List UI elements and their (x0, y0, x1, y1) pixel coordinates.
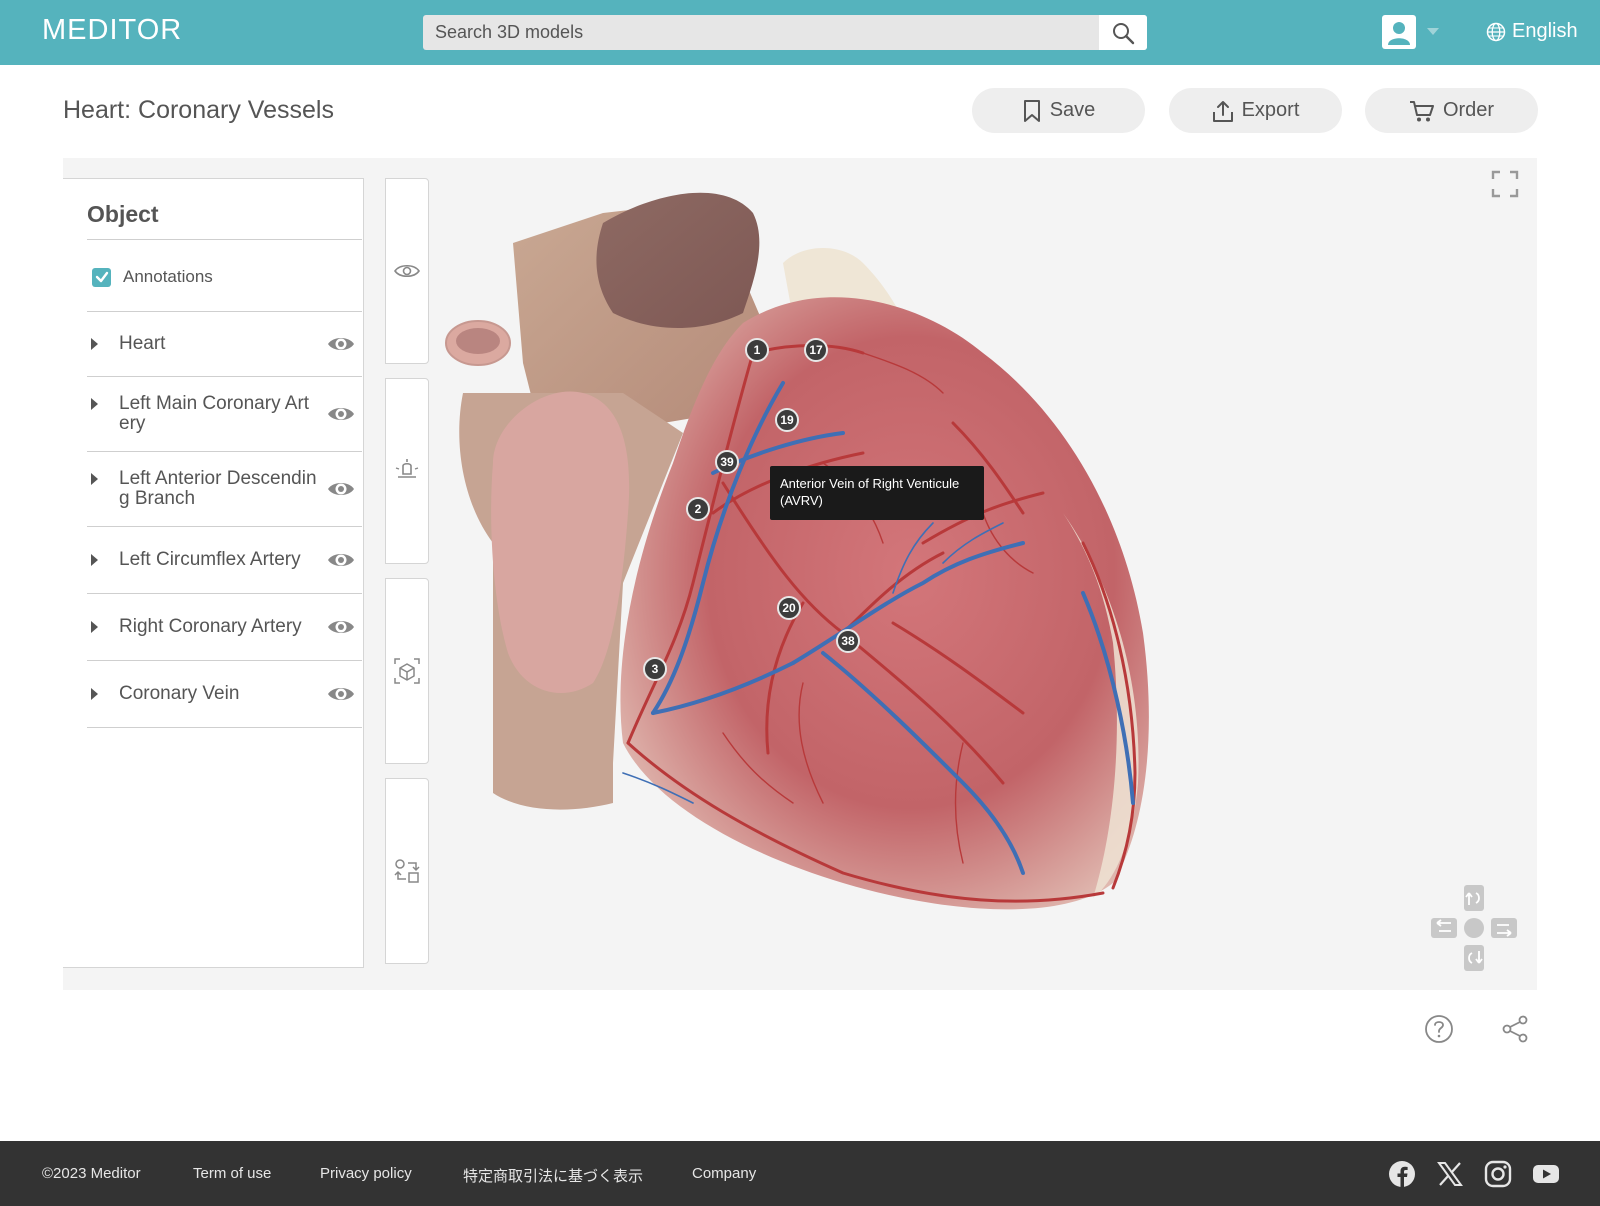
object-label: Left Anterior Descending Branch (119, 468, 317, 509)
expand-caret-icon[interactable] (91, 473, 98, 485)
tab-swap[interactable] (385, 778, 429, 964)
annotations-label: Annotations (123, 267, 213, 286)
user-icon (1388, 22, 1410, 45)
annotation-marker[interactable]: 38 (836, 629, 860, 653)
object-item-left-circumflex-artery[interactable]: Left Circumflex Artery (87, 527, 362, 593)
search-input[interactable] (423, 15, 1099, 50)
logo[interactable]: MEDITOR (42, 14, 182, 47)
expand-caret-icon[interactable] (91, 554, 98, 566)
panel-tabs (385, 178, 429, 968)
eye-icon[interactable] (327, 684, 355, 704)
annotations-toggle[interactable]: Annotations (92, 267, 213, 287)
eye-icon[interactable] (327, 334, 355, 354)
search-button[interactable] (1099, 15, 1147, 50)
object-label: Right Coronary Artery (119, 616, 302, 637)
tab-object[interactable] (385, 578, 429, 764)
heart-model-render[interactable] (423, 183, 1263, 973)
top-bar: MEDITOR English (0, 0, 1600, 65)
eye-icon (394, 264, 420, 278)
expand-caret-icon[interactable] (91, 688, 98, 700)
expand-caret-icon[interactable] (91, 621, 98, 633)
footer-link-privacy[interactable]: Privacy policy (320, 1165, 412, 1182)
search-box (423, 15, 1147, 50)
check-icon (95, 271, 108, 283)
facebook-icon[interactable] (1388, 1160, 1416, 1188)
eye-icon[interactable] (327, 479, 355, 499)
footer-link-company[interactable]: Company (692, 1165, 756, 1182)
object-label: Coronary Vein (119, 683, 240, 704)
annotation-marker[interactable]: 3 (643, 657, 667, 681)
share-icon[interactable] (1500, 1014, 1530, 1044)
save-button[interactable]: Save (972, 88, 1145, 133)
panel-heading: Object (87, 201, 159, 227)
footer-link-commerce-law[interactable]: 特定商取引法に基づく表示 (463, 1165, 643, 1186)
user-menu-button[interactable] (1382, 15, 1416, 49)
language-selector[interactable]: English (1486, 20, 1578, 43)
export-button[interactable]: Export (1169, 88, 1342, 133)
model-viewer[interactable]: 1 17 19 39 2 20 38 3 Anterior Vein of Ri… (63, 158, 1537, 990)
expand-caret-icon[interactable] (91, 398, 98, 410)
object-panel: Object Annotations Heart Left Main Coron… (63, 178, 364, 968)
light-icon (395, 459, 419, 478)
eye-icon[interactable] (327, 404, 355, 424)
annotation-tooltip: Anterior Vein of Right Venticule (AVRV) (770, 466, 984, 520)
annotation-marker[interactable]: 1 (745, 338, 769, 362)
object-item-left-anterior-descending-branch[interactable]: Left Anterior Descending Branch (87, 452, 362, 526)
search-icon (1113, 22, 1135, 44)
annotation-marker[interactable]: 39 (715, 450, 739, 474)
footer-link-terms[interactable]: Term of use (193, 1165, 271, 1182)
chevron-down-icon[interactable] (1427, 28, 1439, 35)
copyright: ©2023 Meditor (42, 1165, 141, 1182)
expand-caret-icon[interactable] (91, 338, 98, 350)
page-title: Heart: Coronary Vessels (63, 96, 334, 124)
annotation-marker[interactable]: 2 (686, 497, 710, 521)
object-item-coronary-vein[interactable]: Coronary Vein (87, 661, 362, 727)
tab-lighting[interactable] (385, 378, 429, 564)
order-button[interactable]: Order (1365, 88, 1538, 133)
order-label: Order (1442, 99, 1495, 121)
cube-icon (394, 658, 420, 684)
export-label: Export (1241, 99, 1300, 121)
divider (87, 239, 362, 240)
object-label: Left Circumflex Artery (119, 549, 301, 570)
language-label: English (1512, 20, 1578, 42)
object-label: Left Main Coronary Artery (119, 393, 310, 434)
x-icon[interactable] (1436, 1160, 1464, 1188)
fullscreen-icon[interactable] (1491, 170, 1519, 198)
annotation-marker[interactable]: 20 (777, 596, 801, 620)
footer: ©2023 Meditor Term of use Privacy policy… (0, 1141, 1600, 1206)
rotation-nav-pad[interactable] (1429, 883, 1519, 973)
object-item-right-coronary-artery[interactable]: Right Coronary Artery (87, 594, 362, 660)
annotations-checkbox[interactable] (92, 267, 111, 287)
upload-icon (1212, 100, 1233, 122)
annotation-marker[interactable]: 19 (775, 408, 799, 432)
save-label: Save (1049, 99, 1096, 121)
instagram-icon[interactable] (1484, 1160, 1512, 1188)
eye-icon[interactable] (327, 550, 355, 570)
swap-icon (394, 859, 420, 883)
help-icon[interactable] (1424, 1014, 1454, 1044)
eye-icon[interactable] (327, 617, 355, 637)
object-item-heart[interactable]: Heart (87, 312, 362, 376)
bookmark-icon (1023, 99, 1040, 122)
youtube-icon[interactable] (1532, 1160, 1560, 1188)
tab-visibility[interactable] (385, 178, 429, 364)
object-label: Heart (119, 333, 166, 354)
divider (87, 727, 362, 728)
annotation-marker[interactable]: 17 (804, 338, 828, 362)
globe-icon (1486, 22, 1506, 41)
cart-icon (1409, 100, 1434, 121)
object-item-left-main-coronary-artery[interactable]: Left Main Coronary Artery (87, 377, 362, 451)
